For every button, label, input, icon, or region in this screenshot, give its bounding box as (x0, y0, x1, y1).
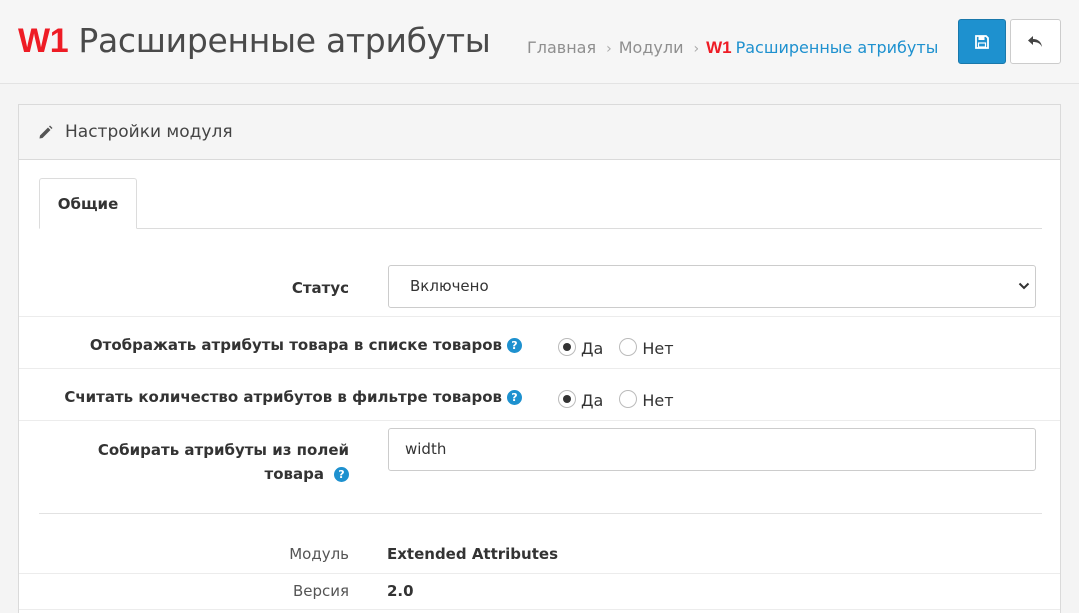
collect-attributes-label: Собирать атрибуты из полей товара? (98, 438, 349, 486)
breadcrumb-separator-icon: › (693, 41, 700, 57)
breadcrumb-modules[interactable]: Модули (619, 38, 684, 57)
divider (19, 609, 1060, 610)
radio-label: Нет (642, 391, 674, 410)
divider (19, 316, 1060, 317)
module-label: Модуль (289, 545, 349, 563)
breadcrumb-separator-icon: › (606, 41, 612, 57)
breadcrumb-home[interactable]: Главная (527, 38, 596, 57)
help-icon[interactable]: ? (507, 390, 522, 405)
version-value: 2.0 (387, 582, 414, 600)
divider (19, 420, 1060, 421)
breadcrumb-current[interactable]: Расширенные атрибуты (736, 38, 939, 57)
radio-checked-icon[interactable] (558, 337, 576, 356)
radio-unchecked-icon[interactable] (619, 337, 638, 356)
pencil-icon (39, 125, 53, 138)
tab-bar: Общие (39, 178, 1042, 229)
module-value: Extended Attributes (387, 545, 558, 563)
page-title: W1 Расширенные атрибуты (18, 18, 491, 64)
count-attributes-no[interactable]: Нет (619, 389, 674, 410)
page-header: W1 Расширенные атрибуты Главная › Модули › W1… (0, 0, 1079, 84)
chevron-down-icon (1018, 282, 1030, 290)
show-attributes-no[interactable]: Нет (619, 337, 674, 358)
collect-attributes-label-line2: товара (264, 465, 324, 483)
settings-panel: Настройки модуля Общие Статус Включено О… (18, 104, 1061, 613)
save-button[interactable] (958, 19, 1006, 64)
divider (19, 368, 1060, 369)
panel-heading: Настройки модуля (19, 105, 1060, 160)
tab-general[interactable]: Общие (39, 178, 137, 229)
count-attributes-label-text: Считать количество атрибутов в фильтре т… (64, 388, 502, 406)
help-icon[interactable]: ? (334, 467, 349, 482)
count-attributes-label: Считать количество атрибутов в фильтре т… (64, 388, 522, 406)
show-attributes-radio-group: Да Нет (558, 337, 690, 358)
collect-attributes-label-line1: Собирать атрибуты из полей (97, 441, 349, 459)
radio-label: Да (581, 339, 604, 358)
divider (39, 513, 1042, 514)
help-icon[interactable]: ? (507, 338, 522, 353)
breadcrumb-brand[interactable]: W1 (706, 38, 732, 57)
show-attributes-yes[interactable]: Да (558, 337, 604, 358)
show-attributes-label: Отображать атрибуты товара в списке това… (90, 336, 522, 354)
collect-attributes-input[interactable]: width (388, 428, 1036, 471)
status-label: Статус (291, 279, 349, 297)
radio-label: Нет (642, 339, 674, 358)
page-title-text: Расширенные атрибуты (78, 21, 491, 60)
radio-label: Да (581, 391, 604, 410)
radio-unchecked-icon[interactable] (619, 389, 638, 408)
count-attributes-radio-group: Да Нет (558, 389, 690, 410)
status-select[interactable]: Включено (388, 265, 1036, 308)
breadcrumb: Главная › Модули › W1 Расширенные атрибуты (527, 37, 938, 60)
panel-heading-title: Настройки модуля (65, 122, 233, 142)
collect-attributes-label-line2-row: товара? (98, 462, 349, 486)
status-select-value: Включено (410, 277, 489, 295)
divider (19, 573, 1060, 574)
version-label: Версия (292, 582, 349, 600)
save-icon (975, 34, 989, 49)
back-button[interactable] (1010, 19, 1061, 64)
show-attributes-label-text: Отображать атрибуты товара в списке това… (89, 336, 502, 354)
reply-icon (1028, 35, 1042, 47)
radio-checked-icon[interactable] (558, 389, 576, 408)
count-attributes-yes[interactable]: Да (558, 389, 604, 410)
brand-logo: W1 (18, 22, 69, 60)
